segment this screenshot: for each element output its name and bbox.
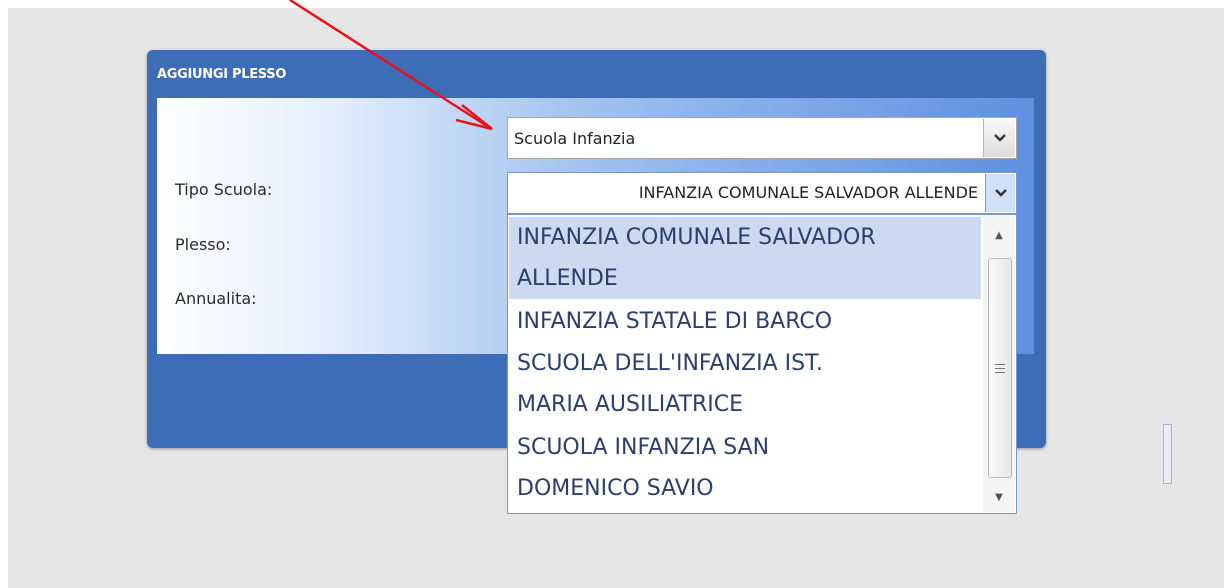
option-line: DOMENICO SAVIO [517,476,714,501]
tipo-scuola-label: Tipo Scuola: [175,180,273,199]
option-line: SCUOLA DELL'INFANZIA IST. [517,351,823,376]
plesso-dropdown-button[interactable] [985,174,1015,212]
dropdown-option[interactable]: INFANZIA STATALE DI BARCO [509,301,981,342]
option-line: MARIA AUSILIATRICE [517,392,744,417]
chevron-down-icon [993,134,1006,142]
scroll-thumb[interactable] [988,258,1012,478]
option-line: ALLENDE [517,266,618,291]
dropdown-scrollbar[interactable]: ▲ ▼ [983,216,1015,512]
plesso-select[interactable]: INFANZIA COMUNALE SALVADOR ALLENDE [507,172,1017,214]
scroll-down-icon[interactable]: ▼ [983,478,1015,516]
dialog-title: AGGIUNGI PLESSO [157,67,287,82]
dropdown-option[interactable]: SCUOLA DELL'INFANZIA IST. MARIA AUSILIAT… [509,343,981,425]
scroll-grip-icon [995,363,1005,373]
chevron-down-icon [994,189,1007,197]
option-line: INFANZIA STATALE DI BARCO [517,309,833,334]
tipo-scuola-dropdown-button[interactable] [983,119,1015,157]
scroll-up-icon[interactable]: ▲ [983,216,1015,254]
plesso-dropdown-list: INFANZIA COMUNALE SALVADOR ALLENDE INFAN… [507,214,1017,514]
dialog-footer-button[interactable] [1163,424,1172,484]
dropdown-option[interactable]: INFANZIA COMUNALE SALVADOR ALLENDE [509,217,981,299]
dropdown-option[interactable]: SCUOLA INFANZIA SAN DOMENICO SAVIO [509,427,981,509]
plesso-label: Plesso: [175,235,231,254]
tipo-scuola-value: Scuola Infanzia [514,129,636,148]
option-line: SCUOLA INFANZIA SAN [517,435,770,460]
tipo-scuola-select[interactable]: Scuola Infanzia [507,117,1017,159]
option-line: INFANZIA COMUNALE SALVADOR [517,225,876,250]
plesso-value: INFANZIA COMUNALE SALVADOR ALLENDE [638,183,978,202]
annualita-label: Annualita: [175,289,257,308]
